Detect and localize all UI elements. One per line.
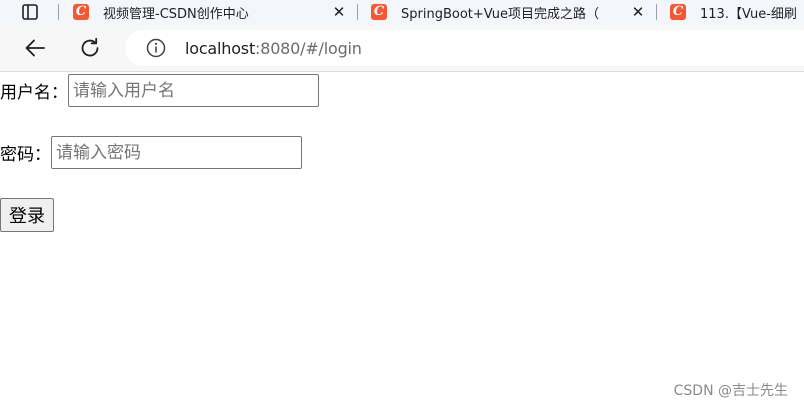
login-button[interactable]: 登录 <box>0 198 54 232</box>
csdn-c-icon: C <box>73 4 89 20</box>
tab-title: 113.【Vue-细刷 <box>700 6 797 22</box>
csdn-c-icon: C <box>670 4 686 20</box>
browser-tab-strip: C 视频管理-CSDN创作中心 ✕ C SpringBoot+Vue项目完成之路… <box>0 0 804 24</box>
tab-separator <box>58 4 59 20</box>
password-label: 密码： <box>0 145 51 165</box>
address-bar[interactable]: localhost:8080/#/login <box>125 30 804 66</box>
tab-vue-detail[interactable]: C 113.【Vue-细刷 <box>670 0 804 24</box>
back-arrow-icon <box>25 39 45 57</box>
sidebar-toggle-icon <box>22 4 38 20</box>
url-host: localhost <box>185 38 256 58</box>
back-button[interactable] <box>21 34 49 62</box>
csdn-c-icon: C <box>371 4 387 20</box>
tab-separator <box>656 4 657 20</box>
site-info-icon[interactable] <box>145 37 167 59</box>
tab-title: SpringBoot+Vue项目完成之路（ <box>401 6 600 22</box>
username-label: 用户名： <box>0 83 68 103</box>
tab-close-icon[interactable]: ✕ <box>630 0 646 24</box>
username-input[interactable] <box>68 74 319 107</box>
password-row: 密码： <box>0 136 302 169</box>
tab-csdn-video-manage[interactable]: C 视频管理-CSDN创作中心 <box>73 0 313 24</box>
password-input[interactable] <box>51 136 302 169</box>
username-row: 用户名： <box>0 74 319 107</box>
tab-close-icon[interactable]: ✕ <box>331 0 347 24</box>
browser-toolbar: localhost:8080/#/login <box>0 24 804 72</box>
reload-button[interactable] <box>76 34 104 62</box>
url-text[interactable]: localhost:8080/#/login <box>185 39 362 58</box>
login-page: 用户名： 密码： 登录 CSDN @吉士先生 <box>0 73 804 410</box>
csdn-watermark: CSDN @吉士先生 <box>673 383 788 399</box>
tab-actions-button[interactable] <box>8 0 52 24</box>
url-path: :8080/#/login <box>255 38 362 58</box>
reload-icon <box>81 37 99 57</box>
tab-springboot-vue[interactable]: C SpringBoot+Vue项目完成之路（ <box>371 0 621 24</box>
tab-separator <box>357 4 358 20</box>
tab-title: 视频管理-CSDN创作中心 <box>103 6 249 22</box>
